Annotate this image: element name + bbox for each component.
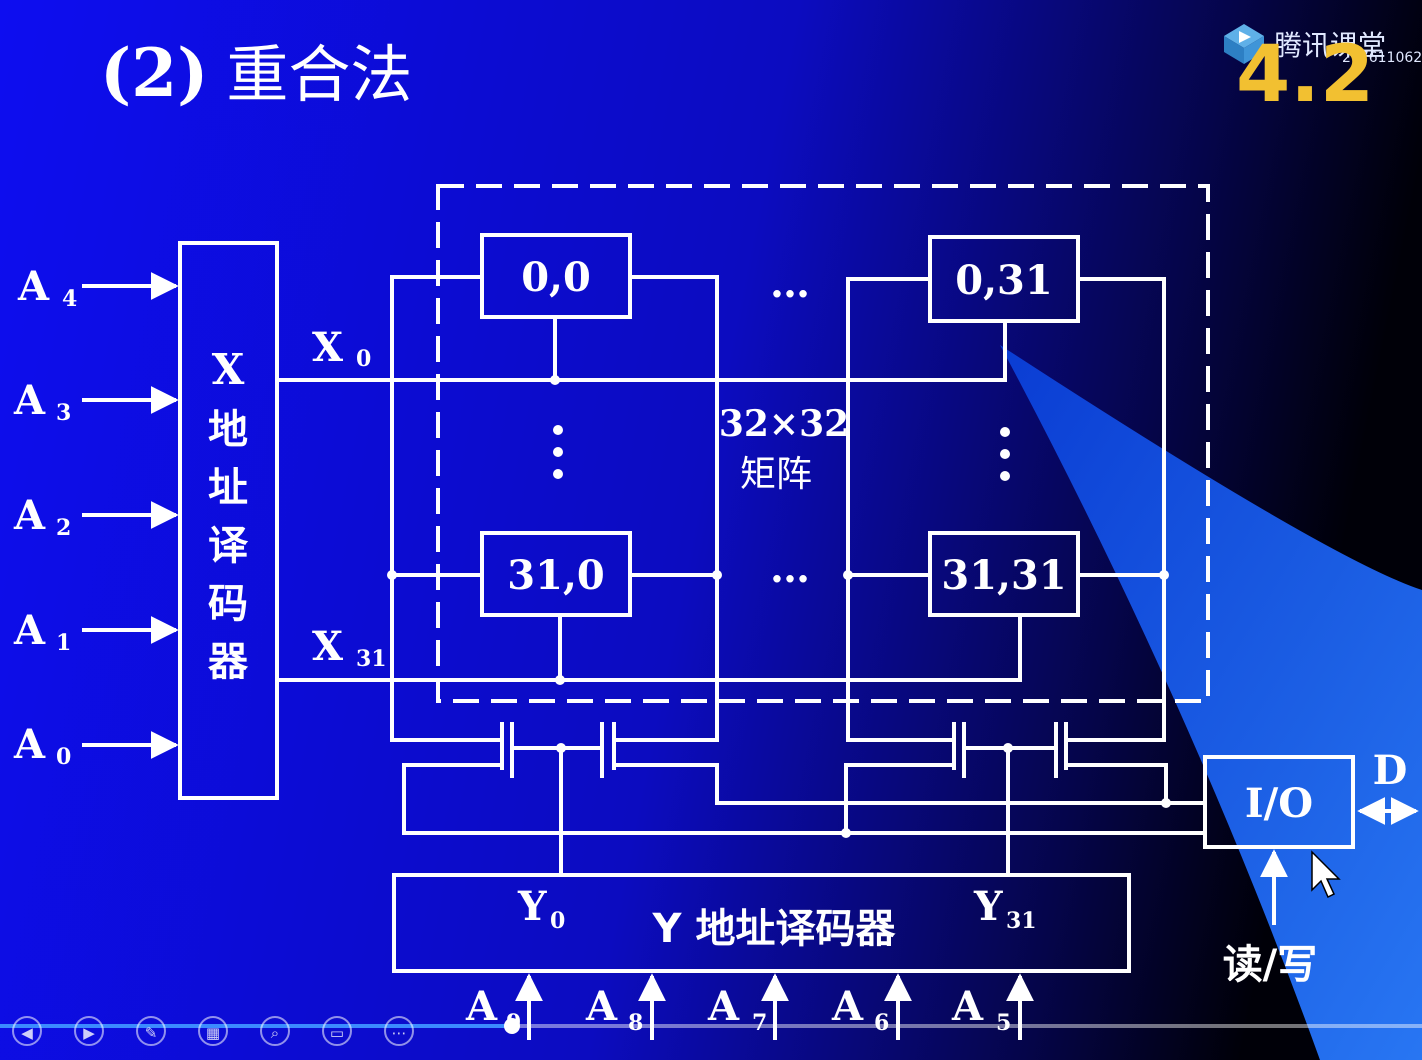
- data-label: D: [1373, 747, 1408, 794]
- x-input-letter: A: [13, 492, 46, 539]
- x-input-letter: A: [17, 263, 50, 310]
- player-toolbar: ◀ ▶ ✎ ▦ ⌕ ▭ ⋯: [0, 1012, 1422, 1060]
- x-decoder-char: 码: [208, 581, 248, 627]
- x-decoder-char: X: [212, 345, 245, 394]
- prev-button[interactable]: ◀: [12, 1016, 42, 1046]
- y0-label: Y: [517, 883, 547, 930]
- chat-button[interactable]: ▭: [322, 1016, 352, 1046]
- layout-button[interactable]: ▦: [198, 1016, 228, 1046]
- x0-line: [277, 321, 1007, 382]
- x-decoder-char: 址: [208, 465, 248, 511]
- chat-icon: ▭: [329, 1024, 345, 1042]
- y0-sub: 0: [550, 908, 565, 934]
- cell-0-0-label: 0,0: [521, 254, 591, 301]
- y31-sub: 31: [1006, 908, 1037, 934]
- x0-label: X: [312, 324, 343, 371]
- x-decoder-label: X 地 址 译 码 器: [208, 345, 249, 685]
- x-decoder-char: 地: [208, 407, 248, 453]
- wiring: [178, 184, 1355, 973]
- cell-31-0-label: 31,0: [507, 552, 604, 599]
- x-input-sub: 4: [62, 286, 77, 312]
- row-0-ellipsis: …: [770, 260, 810, 307]
- cell-0-31-label: 0,31: [955, 257, 1052, 304]
- x-decoder-box: [178, 241, 279, 800]
- pen-button[interactable]: ✎: [136, 1016, 166, 1046]
- y31-label: Y: [973, 883, 1003, 930]
- x31-sub: 31: [356, 646, 387, 672]
- play-icon: ▶: [83, 1024, 95, 1042]
- x-decoder-char: 译: [208, 523, 249, 569]
- row-31-ellipsis: …: [770, 545, 810, 592]
- cell-31-31-label: 31,31: [941, 552, 1066, 599]
- x31-label: X: [312, 623, 343, 670]
- more-icon: ⋯: [391, 1024, 407, 1042]
- x-decoder-char: 器: [208, 639, 249, 685]
- x-input-letter: A: [13, 607, 46, 654]
- memory-coincident-selection-diagram: A 4 A 3 A 2 A 1 A 0 X 地 址 译 码 器 X 0 X 31…: [13, 184, 1419, 1040]
- x0-sub: 0: [356, 346, 371, 372]
- play-button[interactable]: ▶: [74, 1016, 104, 1046]
- x-input-sub: 3: [56, 400, 71, 426]
- x-input-sub: 2: [56, 515, 71, 541]
- progress-knob[interactable]: [503, 1018, 520, 1034]
- matrix-size: 32×32: [719, 403, 849, 445]
- x-input-sub: 1: [56, 630, 71, 656]
- pen-icon: ✎: [144, 1024, 158, 1042]
- io-label: I/O: [1245, 780, 1313, 827]
- slide: (2) 重合法 腾讯课堂 277611062 4.2 A 4 A 3 A 2 A…: [0, 0, 1422, 1060]
- zoom-icon: ⌕: [270, 1024, 280, 1042]
- mouse-cursor-icon: [1311, 850, 1341, 899]
- x-input-letter: A: [13, 721, 46, 768]
- layout-icon: ▦: [205, 1024, 221, 1042]
- zoom-button[interactable]: ⌕: [260, 1016, 290, 1046]
- more-button[interactable]: ⋯: [384, 1016, 414, 1046]
- x-address-inputs: A 4 A 3 A 2 A 1 A 0: [13, 263, 77, 770]
- prev-icon: ◀: [21, 1024, 33, 1042]
- rw-label: 读/写: [1223, 942, 1318, 988]
- x-input-letter: A: [13, 377, 46, 424]
- matrix-label: 矩阵: [740, 454, 812, 495]
- x31-line: [277, 615, 1022, 682]
- y-decoder-label: Y 地址译码器: [652, 906, 897, 952]
- x-input-sub: 0: [56, 744, 71, 770]
